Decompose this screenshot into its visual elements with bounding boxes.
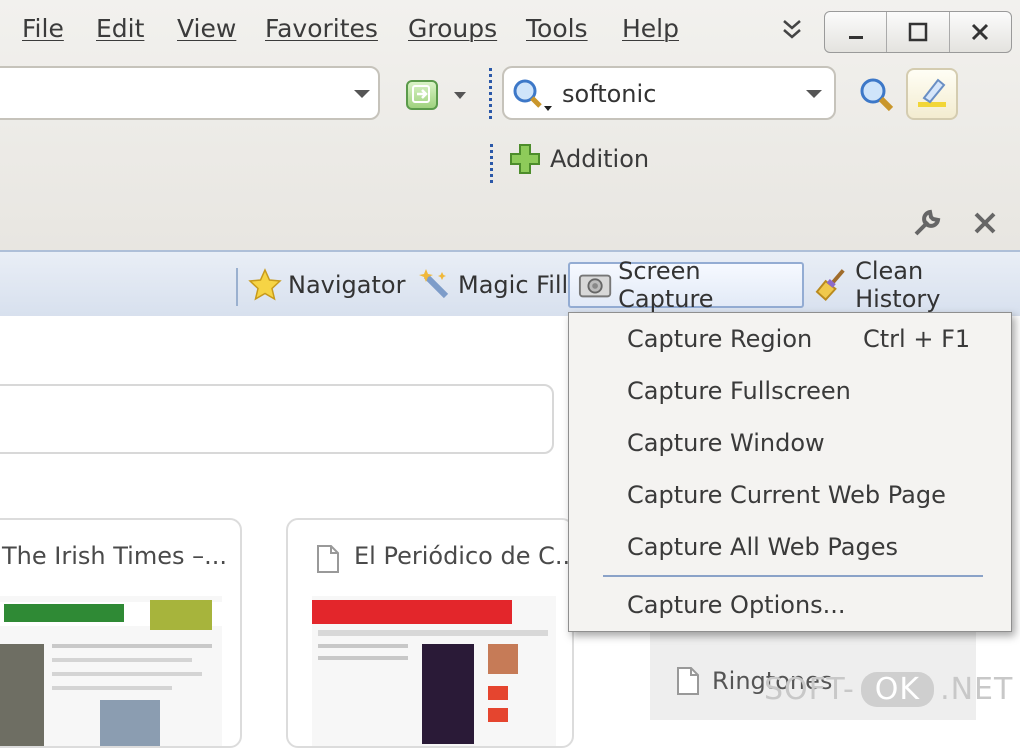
menu-item-capture-fullscreen[interactable]: Capture Fullscreen	[627, 377, 851, 405]
maximize-button[interactable]	[887, 12, 950, 52]
search-box[interactable]: softonic	[502, 66, 836, 120]
watermark-left: SOFT-	[764, 672, 855, 707]
navigator-label: Navigator	[288, 271, 406, 299]
search-dropdown-icon[interactable]	[806, 90, 822, 98]
speed-dial-card[interactable]: El Periódico de C...	[286, 518, 574, 748]
chevron-double-down-icon[interactable]	[780, 16, 804, 42]
camera-icon	[578, 274, 612, 298]
capture-region-shortcut: Ctrl + F1	[863, 325, 971, 353]
screen-capture-button[interactable]: Screen Capture	[568, 257, 804, 313]
minimize-icon	[848, 36, 863, 39]
menu-edit[interactable]: Edit	[96, 14, 144, 43]
highlighter-icon	[918, 78, 946, 107]
minimize-button[interactable]	[825, 12, 888, 52]
navigator-button[interactable]: Navigator	[240, 262, 413, 308]
clean-history-label: Clean History	[855, 257, 941, 313]
card-thumbnail	[0, 596, 222, 746]
magic-fill-button[interactable]: Magic Fill	[410, 262, 576, 308]
maximize-icon	[908, 22, 928, 42]
screen-capture-label: Screen Capture	[618, 257, 714, 313]
card-title: The Irish Times –...	[2, 542, 227, 570]
watermark: SOFT- OK .NET	[764, 672, 1013, 707]
highlight-button[interactable]	[906, 68, 958, 120]
watermark-right: .NET	[940, 672, 1014, 707]
close-window-button[interactable]	[950, 12, 1011, 52]
addition-button[interactable]: Addition	[508, 142, 649, 176]
menu-favorites[interactable]: Favorites	[265, 14, 378, 43]
menu-item-capture-region[interactable]: Capture Region	[627, 325, 812, 353]
menu-item-capture-current-web-page[interactable]: Capture Current Web Page	[627, 481, 946, 509]
magic-fill-label: Magic Fill	[458, 271, 569, 299]
go-button[interactable]	[406, 80, 438, 110]
menu-separator	[603, 575, 983, 577]
menu-bar: File Edit View Favorites Groups Tools He…	[0, 0, 1020, 62]
broom-icon	[815, 269, 845, 301]
speed-dial-search-field[interactable]	[0, 384, 554, 454]
clean-history-button[interactable]: Clean History	[806, 257, 1020, 313]
toolbar-grip-2[interactable]	[490, 144, 493, 184]
search-icon[interactable]	[858, 76, 898, 116]
window-controls	[824, 11, 1012, 53]
go-arrow-icon	[412, 85, 430, 103]
menu-tools[interactable]: Tools	[526, 14, 588, 43]
close-panel-icon[interactable]	[972, 210, 998, 236]
toolbar-grip[interactable]	[489, 68, 492, 120]
card-title: El Periódico de C...	[354, 542, 574, 570]
card-thumbnail	[312, 596, 556, 746]
menu-help[interactable]: Help	[622, 14, 679, 43]
addition-label: Addition	[550, 145, 650, 173]
speed-dial-card[interactable]: The Irish Times –...	[0, 518, 242, 748]
magic-wand-icon	[419, 269, 449, 299]
watermark-mid: OK	[860, 672, 935, 707]
wrench-icon[interactable]	[912, 208, 942, 238]
menu-item-capture-options[interactable]: Capture Options...	[627, 591, 846, 619]
menu-item-capture-window[interactable]: Capture Window	[627, 429, 825, 457]
search-engine-icon[interactable]	[510, 76, 552, 116]
go-dropdown-icon[interactable]	[454, 92, 466, 99]
toolbar-separator	[236, 268, 238, 306]
menu-groups[interactable]: Groups	[408, 14, 497, 43]
search-input[interactable]: softonic	[562, 80, 656, 108]
menu-file[interactable]: File	[22, 14, 64, 43]
menu-item-capture-all-web-pages[interactable]: Capture All Web Pages	[627, 533, 898, 561]
browser-chrome: File Edit View Favorites Groups Tools He…	[0, 0, 1020, 250]
star-icon	[248, 268, 282, 301]
plus-icon	[510, 144, 540, 174]
menu-view[interactable]: View	[177, 14, 236, 43]
address-dropdown-icon[interactable]	[354, 90, 370, 98]
tools-toolbar: Navigator Magic Fill Screen Capture Clea…	[0, 250, 1020, 318]
screen-capture-menu: Capture Region Ctrl + F1 Capture Fullscr…	[568, 312, 1012, 632]
address-bar[interactable]	[0, 66, 380, 120]
page-icon	[317, 545, 339, 573]
page-icon	[677, 667, 699, 695]
close-icon	[972, 23, 989, 41]
